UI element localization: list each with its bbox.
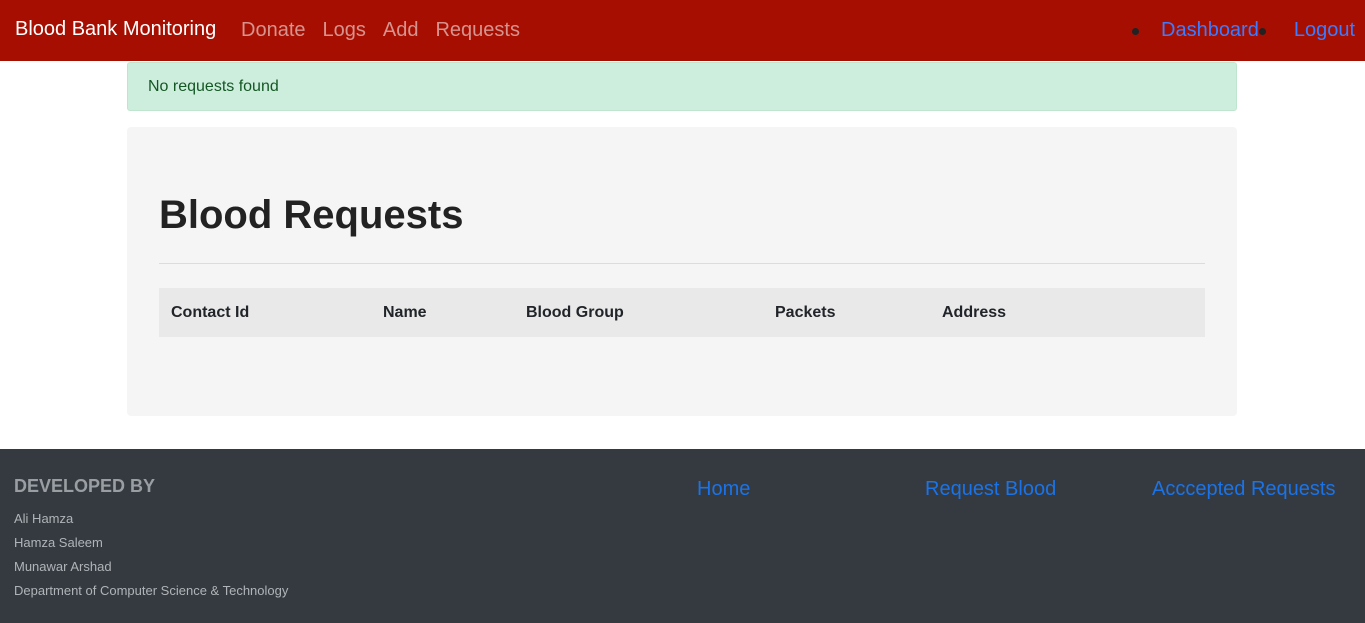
nav-link-add[interactable]: Add xyxy=(383,19,419,42)
footer-link-accepted-requests[interactable]: Acccepted Requests xyxy=(1152,478,1335,501)
column-header-address: Address xyxy=(942,304,1007,321)
nav-links: Donate Logs Add Requests xyxy=(241,19,537,42)
list-bullet-icon xyxy=(1132,28,1139,35)
column-header-contact-id: Contact Id xyxy=(171,304,250,321)
nav-right-links: Dashboard Logout xyxy=(1132,19,1355,42)
top-navbar: Blood Bank Monitoring Donate Logs Add Re… xyxy=(0,0,1365,61)
department-name: Department of Computer Science & Technol… xyxy=(14,583,289,598)
brand-logo[interactable]: Blood Bank Monitoring xyxy=(15,18,216,41)
column-header-blood-group: Blood Group xyxy=(526,304,624,321)
developed-by-heading: DEVELOPED BY xyxy=(14,476,156,496)
nav-link-dashboard[interactable]: Dashboard xyxy=(1161,19,1259,42)
info-alert: No requests found xyxy=(127,62,1237,111)
developer-name: Munawar Arshad xyxy=(14,559,112,574)
requests-table-header: Contact Id Name Blood Group Packets Addr… xyxy=(159,288,1205,337)
list-bullet-icon xyxy=(1258,28,1266,35)
nav-link-requests[interactable]: Requests xyxy=(435,19,520,42)
page-title: Blood Requests xyxy=(159,193,464,237)
column-header-name: Name xyxy=(383,304,427,321)
nav-link-donate[interactable]: Donate xyxy=(241,19,306,42)
developer-name: Ali Hamza xyxy=(14,511,74,526)
divider xyxy=(159,263,1205,264)
requests-panel: Blood Requests Contact Id Name Blood Gro… xyxy=(127,127,1237,416)
column-header-packets: Packets xyxy=(775,304,836,321)
footer-link-home[interactable]: Home xyxy=(697,478,750,501)
nav-link-logs[interactable]: Logs xyxy=(323,19,366,42)
page-footer: DEVELOPED BY Ali Hamza Hamza Saleem Muna… xyxy=(0,449,1365,623)
footer-link-request-blood[interactable]: Request Blood xyxy=(925,478,1056,501)
developer-name: Hamza Saleem xyxy=(14,535,103,550)
nav-link-logout[interactable]: Logout xyxy=(1294,19,1355,42)
alert-message: No requests found xyxy=(148,78,279,95)
